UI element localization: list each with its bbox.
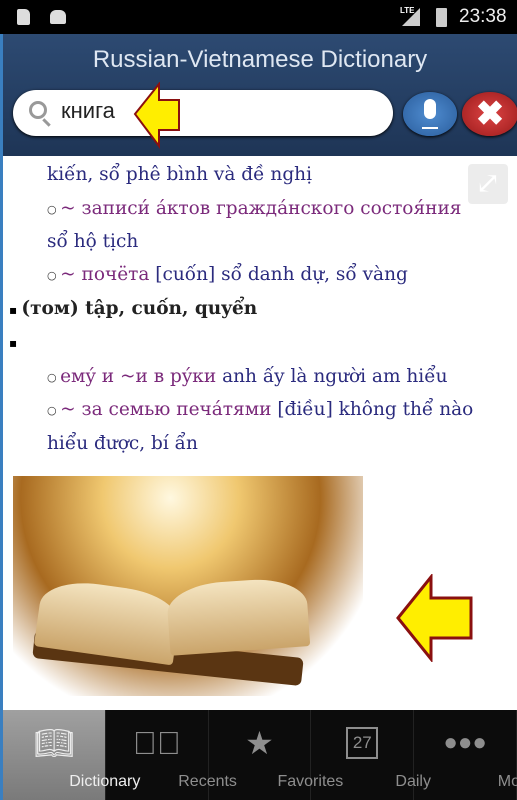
highlight-arrow-icon bbox=[133, 82, 180, 149]
sd-card-icon bbox=[17, 9, 30, 25]
definition-view: kiến, sổ phê bình và đề nghị ~ записи́ á… bbox=[0, 156, 517, 710]
book-icon: 📖︎ bbox=[33, 725, 75, 761]
tab-favorites[interactable]: ★ Favorites bbox=[209, 710, 343, 800]
tab-more[interactable]: ●●●More bbox=[414, 710, 517, 800]
book-image bbox=[13, 476, 363, 696]
more-icon: ●●● bbox=[443, 729, 487, 756]
example-line: ~ записи́ áктов граждáнского состоя́ния bbox=[47, 198, 461, 219]
search-input[interactable] bbox=[61, 98, 361, 124]
battery-icon bbox=[436, 8, 447, 27]
definition-line: kiến, sổ phê bình và đề nghị bbox=[47, 164, 312, 185]
sense-bullet bbox=[9, 331, 17, 352]
signal-icon: LTE bbox=[400, 6, 420, 26]
example-line: ~ за семью печáтями [điều] không thể nào bbox=[47, 399, 473, 420]
tab-daily[interactable]: 27 Daily bbox=[311, 710, 431, 800]
app-title: Russian-Vietnamese Dictionary bbox=[92, 46, 428, 73]
expand-icon[interactable]: ⤢ bbox=[468, 164, 508, 204]
tab-dictionary[interactable]: 📖︎ Dictionary bbox=[3, 710, 140, 800]
example-line: емý и ~и в рýки anh ấy là người am hiểu bbox=[47, 366, 447, 387]
search-icon bbox=[29, 101, 47, 119]
app-header: Russian-Vietnamese Dictionary ✖ bbox=[0, 34, 517, 156]
tab-recents[interactable]: ✓⃝ Recents bbox=[106, 710, 237, 800]
clock: 23:38 bbox=[459, 6, 507, 27]
definition-line: sổ hộ tịch bbox=[47, 231, 139, 252]
search-bar[interactable] bbox=[13, 90, 393, 136]
bottom-tab-bar: 📖︎ Dictionary ✓⃝ Recents ★ Favorites 27 Dail… bbox=[0, 710, 517, 800]
status-bar: LTE 23:38 bbox=[0, 0, 517, 34]
definition-line: hiểu được, bí ẩn bbox=[47, 433, 198, 454]
clear-button[interactable]: ✖ bbox=[462, 92, 517, 136]
star-icon: ★ bbox=[245, 725, 274, 761]
sense-line: (том) tập, cuốn, quyển bbox=[9, 298, 257, 319]
clock-check-icon: ✓⃝ bbox=[132, 725, 181, 761]
android-icon bbox=[50, 10, 66, 24]
calendar-icon: 27 bbox=[346, 727, 379, 759]
highlight-arrow-icon bbox=[396, 574, 473, 662]
microphone-button[interactable] bbox=[403, 92, 457, 136]
example-line: ~ почёта [cuốn] sổ danh dự, sổ vàng bbox=[47, 264, 408, 285]
